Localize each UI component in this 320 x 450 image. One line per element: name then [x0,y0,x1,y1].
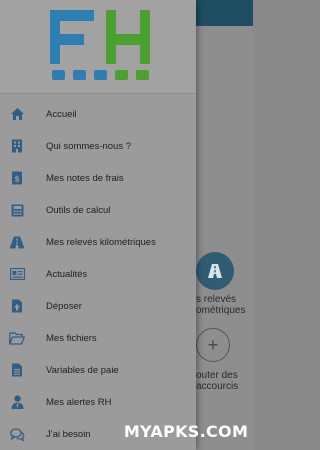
tile-label-line2: ométriques [196,305,246,316]
fh-logo [50,10,150,80]
plus-icon: + [207,334,219,355]
watermark: MYAPKS.COM [123,421,249,441]
drawer-header [0,0,196,94]
menu-item-label: Mes relevés kilométriques [46,236,156,248]
menu-item-label: J'ai besoin [46,428,91,440]
menu-item-label: Mes alertes RH [46,396,112,408]
receipt-icon: $ [9,170,25,186]
add-label-line2: accourcis [196,381,239,392]
menu-item-deposer[interactable]: Déposer [0,290,196,322]
newspaper-icon [9,266,25,282]
menu-item-label: Accueil [46,108,77,120]
menu-item-label: Variables de paie [46,364,119,376]
menu-item-label: Déposer [46,300,82,312]
tile-label-line1: s relevés [196,294,237,305]
menu-item-outils-de-calcul[interactable]: Outils de calcul [0,194,196,226]
upload-icon [9,298,25,314]
menu-item-variables-de-paie[interactable]: Variables de paie [0,354,196,386]
menu-item-label: Mes notes de frais [46,172,124,184]
menu-item-notes-de-frais[interactable]: $ Mes notes de frais [0,162,196,194]
calculator-icon [9,202,25,218]
home-icon [9,106,25,122]
menu-item-label: Outils de calcul [46,204,111,216]
folder-open-icon [9,330,25,346]
menu-item-qui-sommes-nous[interactable]: Qui sommes-nous ? [0,130,196,162]
menu-item-label: Actualités [46,268,88,280]
road-icon [9,234,25,250]
navigation-drawer: Accueil Qui sommes-nous ? $ Mes notes de… [0,0,196,450]
menu-item-actualites[interactable]: Actualités [0,258,196,290]
menu-item-label: Mes fichiers [46,332,97,344]
menu-item-mes-fichiers[interactable]: Mes fichiers [0,322,196,354]
road-tile-icon[interactable] [196,252,234,290]
menu-item-accueil[interactable]: Accueil [0,98,196,130]
user-tie-icon [9,394,25,410]
building-icon [9,138,25,154]
menu-item-releves-kilometriques[interactable]: Mes relevés kilométriques [0,226,196,258]
add-shortcut-button[interactable]: + [196,328,230,362]
menu-item-alertes-rh[interactable]: Mes alertes RH [0,386,196,418]
document-icon [9,362,25,378]
menu-item-label: Qui sommes-nous ? [46,140,132,152]
add-label-line1: outer des [196,370,238,381]
svg-text:$: $ [14,175,20,184]
chat-icon [9,426,25,442]
